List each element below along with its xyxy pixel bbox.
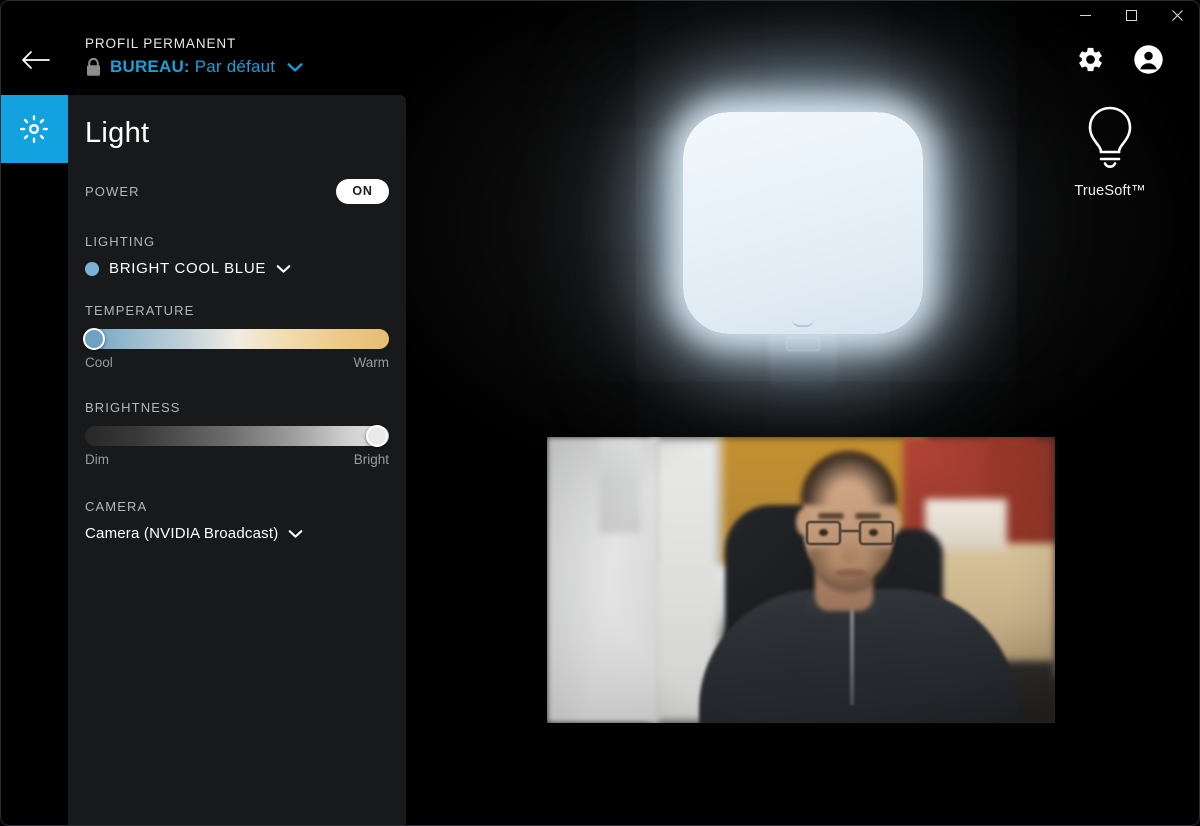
brightness-thumb[interactable]: [365, 425, 388, 447]
preset-color-dot: [85, 261, 99, 276]
header-actions: [1076, 44, 1164, 75]
lightbulb-icon: [1088, 106, 1132, 168]
account-button[interactable]: [1133, 44, 1164, 75]
chevron-down-icon: [288, 529, 303, 539]
light-settings-panel: Light POWER ON LIGHTING BRIGHT COOL BLUE: [68, 95, 406, 825]
app-window: PROFIL PERMANENT BUREAU: Par défaut True…: [0, 0, 1200, 826]
truesoft-label: TrueSoft™: [1074, 183, 1146, 199]
temperature-min-label: Cool: [85, 355, 113, 370]
light-panel-face: [682, 112, 923, 334]
sidebar-item-light[interactable]: [0, 95, 68, 163]
temperature-track[interactable]: [85, 329, 389, 349]
preset-name: BRIGHT COOL BLUE: [109, 260, 267, 277]
camera-dropdown[interactable]: Camera (NVIDIA Broadcast): [85, 525, 389, 542]
power-toggle[interactable]: ON: [336, 178, 389, 204]
close-icon: [1171, 9, 1183, 21]
light-stand-button: [785, 337, 820, 351]
close-button[interactable]: [1154, 0, 1200, 30]
temperature-slider[interactable]: [83, 328, 389, 350]
webcam-vignette: [547, 437, 1055, 723]
maximize-button[interactable]: [1108, 0, 1154, 30]
brightness-max-label: Bright: [353, 452, 389, 467]
minimize-icon: [1079, 14, 1091, 16]
brightness-label: BRIGHTNESS: [85, 400, 181, 415]
power-label: POWER: [85, 183, 140, 199]
profile-name-value: Par défaut: [194, 57, 276, 76]
lighting-label: LIGHTING: [85, 234, 156, 249]
brightness-track[interactable]: [85, 426, 389, 446]
back-button[interactable]: [18, 44, 52, 76]
camera-preview: [547, 437, 1055, 723]
lock-icon: [87, 57, 100, 76]
page-title: Light: [85, 117, 150, 149]
temperature-max-label: Warm: [353, 355, 390, 370]
power-row: POWER ON: [85, 178, 389, 204]
lighting-preset-dropdown[interactable]: BRIGHT COOL BLUE: [85, 260, 389, 277]
profile-selector[interactable]: PROFIL PERMANENT BUREAU: Par défaut: [85, 36, 303, 77]
brightness-sun-icon: [20, 115, 48, 143]
left-rail: [0, 95, 68, 825]
maximize-icon: [1125, 9, 1137, 21]
user-avatar-icon: [1134, 45, 1163, 74]
profile-name-prefix: BUREAU:: [110, 57, 190, 76]
camera-label: CAMERA: [85, 499, 148, 514]
camera-group: CAMERA Camera (NVIDIA Broadcast): [85, 499, 389, 542]
brightness-slider[interactable]: [85, 425, 389, 447]
chevron-down-icon[interactable]: [287, 62, 303, 73]
camera-selected-value: Camera (NVIDIA Broadcast): [85, 525, 279, 542]
brightness-group: BRIGHTNESS Dim Bright: [85, 400, 389, 467]
lighting-group: LIGHTING BRIGHT COOL BLUE: [85, 234, 389, 277]
profile-name: BUREAU: Par défaut: [110, 57, 275, 77]
chevron-down-icon: [276, 264, 291, 274]
profile-kicker: PROFIL PERMANENT: [85, 36, 237, 51]
light-panel-notch: [791, 319, 814, 327]
temperature-label: TEMPERATURE: [85, 303, 195, 318]
truesoft-branding: TrueSoft™: [1050, 105, 1170, 199]
gear-icon: [1079, 47, 1102, 72]
arrow-left-icon: [22, 51, 50, 69]
title-bar: [0, 0, 1200, 30]
temperature-group: TEMPERATURE Cool Warm: [83, 303, 390, 370]
settings-button[interactable]: [1076, 45, 1105, 74]
temperature-thumb[interactable]: [83, 328, 106, 350]
brightness-min-label: Dim: [85, 452, 109, 467]
minimize-button[interactable]: [1062, 0, 1108, 30]
